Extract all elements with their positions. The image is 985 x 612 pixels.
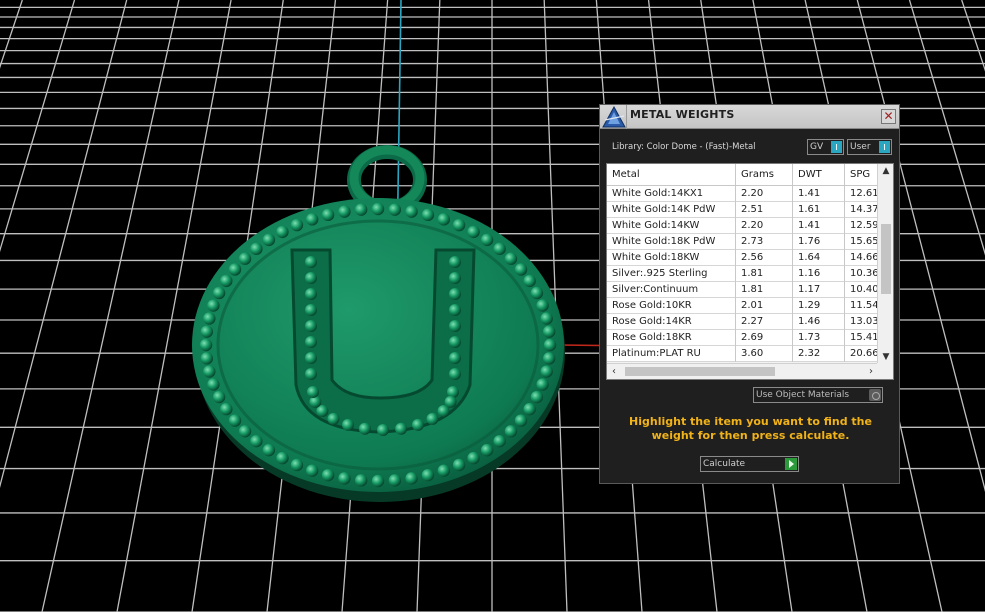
- cell-metal: White Gold:18K PdW: [607, 234, 736, 250]
- scroll-right-icon[interactable]: ›: [864, 364, 878, 379]
- metal-weights-panel: METAL WEIGHTS ✕ Library: Color Dome - (F…: [599, 104, 900, 484]
- calculate-label: Calculate: [703, 459, 746, 469]
- table-row[interactable]: Platinum:PLAT RU 3.60 2.32 20.66: [607, 346, 878, 362]
- cell-spg: 14.66: [850, 252, 878, 263]
- cell-spg: 12.59: [850, 220, 878, 231]
- table-row[interactable]: White Gold:14KW 2.20 1.41 12.59: [607, 218, 878, 234]
- table-header: Metal Grams DWT SPG: [607, 164, 878, 186]
- column-header-spg[interactable]: SPG: [845, 164, 878, 186]
- gv-toggle-label: GV: [810, 142, 824, 152]
- cell-spg: 20.66: [850, 348, 878, 359]
- cell-dwt: 1.64: [793, 250, 845, 266]
- title-separator: [626, 105, 627, 129]
- library-label: Library: Color Dome - (Fast)-Metal: [612, 142, 756, 152]
- vertical-scroll-thumb[interactable]: [881, 224, 891, 294]
- cell-grams: 1.81: [736, 266, 793, 282]
- cell-metal: Platinum:PLAT RU: [607, 346, 736, 362]
- column-header-grams[interactable]: Grams: [736, 164, 793, 186]
- cell-dwt: 1.76: [793, 234, 845, 250]
- cell-metal: Silver:Continuum: [607, 282, 736, 298]
- cell-grams: 2.20: [736, 186, 793, 202]
- cell-dwt: 1.29: [793, 298, 845, 314]
- calculate-button[interactable]: Calculate: [700, 456, 799, 472]
- play-arrow-icon: [785, 458, 797, 470]
- cell-spg: 14.37: [850, 204, 878, 215]
- table-row[interactable]: White Gold:14KX1 2.20 1.41 12.61: [607, 186, 878, 202]
- scroll-down-icon[interactable]: ▼: [878, 350, 893, 364]
- radio-icon: [869, 389, 881, 401]
- table-body: White Gold:14KX1 2.20 1.41 12.61 White Gold:…: [607, 186, 878, 362]
- toggle-switch-icon: [879, 141, 890, 153]
- horizontal-scrollbar[interactable]: ‹ ›: [607, 363, 878, 379]
- cell-spg: 15.41: [850, 332, 878, 343]
- close-button[interactable]: ✕: [881, 109, 896, 124]
- cell-grams: 2.69: [736, 330, 793, 346]
- cell-dwt: 1.16: [793, 266, 845, 282]
- cell-dwt: 1.73: [793, 330, 845, 346]
- cell-grams: 2.20: [736, 218, 793, 234]
- horizontal-scroll-thumb[interactable]: [625, 367, 775, 376]
- cell-spg: 10.40: [850, 284, 878, 295]
- cell-grams: 2.27: [736, 314, 793, 330]
- user-toggle[interactable]: User: [847, 139, 892, 155]
- cell-spg: 10.36: [850, 268, 878, 279]
- cell-metal: Rose Gold:14KR: [607, 314, 736, 330]
- column-header-dwt[interactable]: DWT: [793, 164, 845, 186]
- cell-metal: White Gold:14K PdW: [607, 202, 736, 218]
- app-logo-icon: [602, 106, 626, 128]
- cell-metal: White Gold:14KW: [607, 218, 736, 234]
- cell-grams: 2.51: [736, 202, 793, 218]
- cell-grams: 2.56: [736, 250, 793, 266]
- cell-metal: Silver:.925 Sterling: [607, 266, 736, 282]
- vertical-scrollbar[interactable]: ▲ ▼: [877, 164, 893, 364]
- table-row[interactable]: Rose Gold:14KR 2.27 1.46 13.03: [607, 314, 878, 330]
- cell-spg: 11.54: [850, 300, 878, 311]
- cell-spg: 12.61: [850, 188, 878, 199]
- cell-dwt: 1.41: [793, 186, 845, 202]
- column-header-metal[interactable]: Metal: [607, 164, 736, 186]
- cell-dwt: 1.61: [793, 202, 845, 218]
- cell-dwt: 1.46: [793, 314, 845, 330]
- table-row[interactable]: White Gold:18KW 2.56 1.64 14.66: [607, 250, 878, 266]
- table-row[interactable]: White Gold:14K PdW 2.51 1.61 14.37: [607, 202, 878, 218]
- use-object-materials-toggle[interactable]: Use Object Materials: [753, 387, 883, 403]
- cell-metal: White Gold:14KX1: [607, 186, 736, 202]
- cell-grams: 2.73: [736, 234, 793, 250]
- cell-dwt: 1.17: [793, 282, 845, 298]
- cell-metal: White Gold:18KW: [607, 250, 736, 266]
- user-toggle-label: User: [850, 142, 871, 152]
- scroll-up-icon[interactable]: ▲: [878, 164, 893, 178]
- scroll-left-icon[interactable]: ‹: [607, 364, 621, 379]
- panel-titlebar[interactable]: METAL WEIGHTS ✕: [600, 105, 899, 129]
- gv-toggle[interactable]: GV: [807, 139, 844, 155]
- cell-dwt: 1.41: [793, 218, 845, 234]
- table-row[interactable]: White Gold:18K PdW 2.73 1.76 15.65: [607, 234, 878, 250]
- instruction-text: Highlight the item you want to find the …: [629, 415, 872, 442]
- cell-metal: Rose Gold:10KR: [607, 298, 736, 314]
- cell-grams: 1.81: [736, 282, 793, 298]
- scroll-corner: [877, 363, 893, 379]
- cell-metal: Rose Gold:18KR: [607, 330, 736, 346]
- cell-spg: 13.03: [850, 316, 878, 327]
- cell-dwt: 2.32: [793, 346, 845, 362]
- cell-spg: 15.65: [850, 236, 878, 247]
- table-row[interactable]: Rose Gold:10KR 2.01 1.29 11.54: [607, 298, 878, 314]
- cell-grams: 3.60: [736, 346, 793, 362]
- use-object-materials-label: Use Object Materials: [756, 390, 850, 400]
- table-row[interactable]: Silver:.925 Sterling 1.81 1.16 10.36: [607, 266, 878, 282]
- table-row[interactable]: Silver:Continuum 1.81 1.17 10.40: [607, 282, 878, 298]
- panel-title: METAL WEIGHTS: [630, 108, 735, 121]
- metal-table[interactable]: Metal Grams DWT SPG White Gold:14KX1 2.20…: [606, 163, 894, 380]
- table-row[interactable]: Rose Gold:18KR 2.69 1.73 15.41: [607, 330, 878, 346]
- toggle-switch-icon: [831, 141, 842, 153]
- cell-grams: 2.01: [736, 298, 793, 314]
